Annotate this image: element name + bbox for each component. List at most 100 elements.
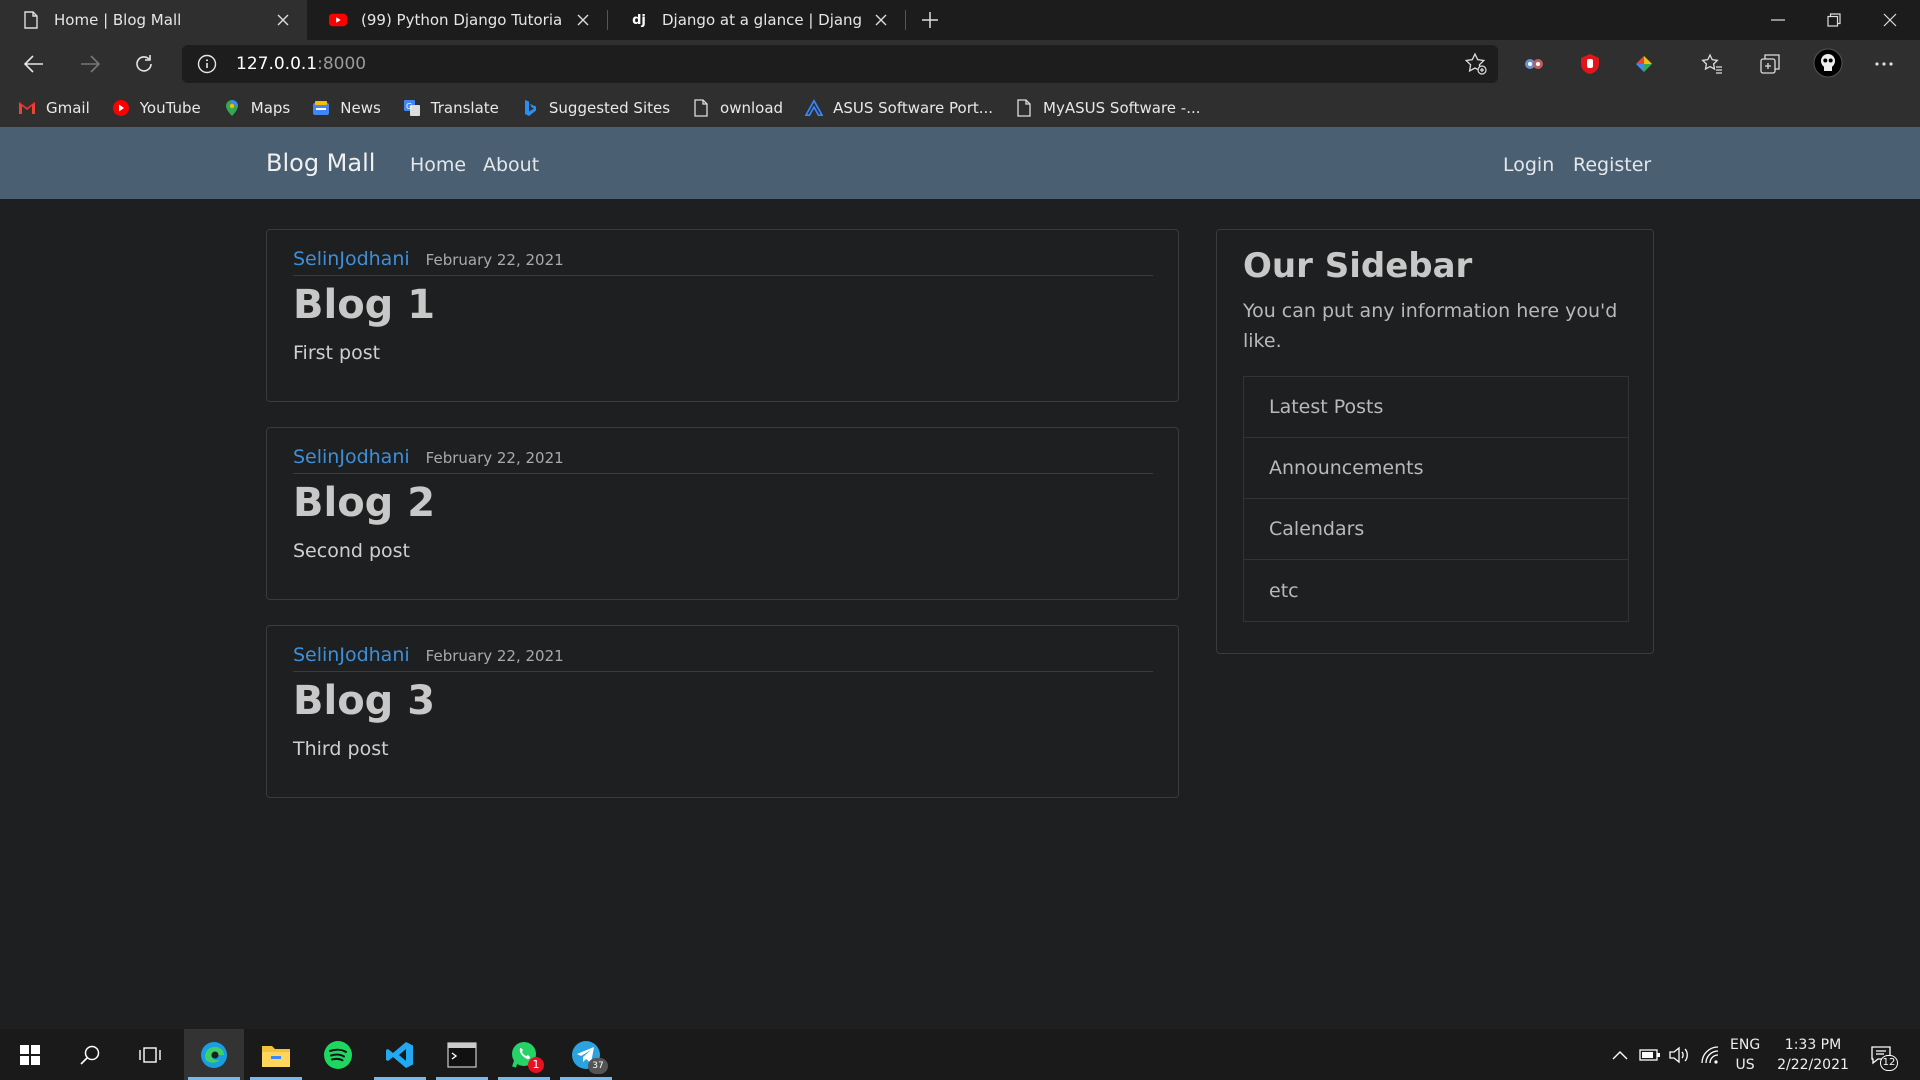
show-hidden-icons-button[interactable]	[1608, 1043, 1632, 1067]
taskbar-spotify[interactable]	[308, 1029, 368, 1080]
sidebar-item-latest-posts[interactable]: Latest Posts	[1244, 377, 1628, 438]
collections-button[interactable]	[1752, 48, 1788, 80]
refresh-icon	[136, 55, 152, 72]
sidebar-item-etc[interactable]: etc	[1244, 560, 1628, 621]
bookmark-translate[interactable]: G Translate	[403, 99, 499, 117]
windows-taskbar: 1 37 ENG US 1:33 PM 2/22/2021 12	[0, 1029, 1920, 1080]
browser-tab-strip: Home | Blog Mall (99) Python Django Tuto…	[0, 0, 1920, 40]
post-card: SelinJodhani February 22, 2021 Blog 2 Se…	[266, 427, 1179, 600]
telegram-badge: 37	[588, 1058, 608, 1074]
search-button[interactable]	[60, 1029, 120, 1080]
sidebar-card: Our Sidebar You can put any information …	[1216, 229, 1654, 654]
add-favorite-icon[interactable]	[1464, 52, 1488, 76]
bookmark-news[interactable]: News	[312, 99, 381, 117]
tab-django-at-a-glance[interactable]: dj Django at a glance | Django doc	[608, 0, 905, 40]
sidebar-list: Latest Posts Announcements Calendars etc	[1243, 376, 1629, 622]
forward-button[interactable]	[72, 48, 108, 80]
nav-register-link[interactable]: Register	[1573, 154, 1651, 176]
favorites-icon	[1701, 53, 1722, 74]
page-icon	[22, 11, 40, 29]
whatsapp-badge: 1	[528, 1057, 544, 1073]
bookmark-ownload[interactable]: ownload	[692, 99, 783, 117]
windows-icon	[20, 1044, 40, 1065]
page-icon	[1015, 98, 1033, 117]
search-icon	[80, 1045, 100, 1065]
close-icon[interactable]	[871, 10, 891, 30]
edge-icon	[201, 1041, 227, 1068]
taskbar-edge[interactable]	[184, 1029, 244, 1080]
bing-icon	[521, 99, 539, 117]
folder-icon	[262, 1045, 290, 1067]
profile-button[interactable]	[1810, 47, 1846, 79]
bookmark-suggested-sites[interactable]: Suggested Sites	[521, 99, 670, 117]
page-icon	[692, 98, 710, 117]
sidebar-item-announcements[interactable]: Announcements	[1244, 438, 1628, 499]
taskbar-vscode[interactable]	[370, 1029, 430, 1080]
new-tab-button[interactable]	[916, 6, 944, 34]
taskbar-terminal[interactable]	[432, 1029, 492, 1080]
post-author-link[interactable]: SelinJodhani	[293, 446, 410, 468]
post-title-link[interactable]: Blog 2	[293, 480, 435, 526]
info-icon[interactable]	[196, 53, 218, 75]
site-navbar: Blog Mall Home About Login Register	[0, 127, 1920, 199]
post-date: February 22, 2021	[425, 449, 564, 467]
bookmark-myasus-software[interactable]: MyASUS Software -...	[1015, 98, 1201, 117]
bookmark-maps[interactable]: Maps	[223, 99, 290, 117]
tab-python-django-tutorial[interactable]: (99) Python Django Tutorial: Full	[307, 0, 607, 40]
maps-icon	[223, 99, 241, 117]
task-view-button[interactable]	[120, 1029, 180, 1080]
restore-button[interactable]	[1806, 0, 1862, 40]
tab-home-blog-mall[interactable]: Home | Blog Mall	[0, 0, 307, 40]
extension-icon[interactable]	[1520, 50, 1548, 78]
sidebar-item-calendars[interactable]: Calendars	[1244, 499, 1628, 560]
nav-about-link[interactable]: About	[483, 154, 539, 176]
plus-icon	[922, 12, 938, 28]
notifications-button[interactable]: 12	[1866, 1043, 1898, 1071]
post-author-link[interactable]: SelinJodhani	[293, 248, 410, 270]
settings-menu-button[interactable]	[1866, 48, 1902, 80]
chevron-up-icon	[1612, 1051, 1628, 1060]
svg-text:G: G	[406, 102, 412, 111]
close-icon[interactable]	[573, 10, 593, 30]
post-meta: SelinJodhani February 22, 2021	[293, 446, 1153, 474]
taskbar-file-explorer[interactable]	[246, 1029, 306, 1080]
nav-login-link[interactable]: Login	[1503, 154, 1554, 176]
google-extension-icon[interactable]	[1630, 50, 1658, 78]
address-bar[interactable]: 127.0.0.1:8000	[182, 45, 1498, 83]
avatar	[1813, 48, 1843, 78]
start-button[interactable]	[0, 1029, 60, 1080]
adblock-icon[interactable]	[1576, 50, 1604, 78]
minimize-icon	[1771, 19, 1785, 21]
back-button[interactable]	[16, 48, 52, 80]
bookmark-asus-software-portal[interactable]: ASUS Software Port...	[805, 99, 993, 117]
favorites-button[interactable]	[1694, 48, 1730, 80]
post-body: First post	[293, 342, 381, 364]
gmail-icon	[18, 99, 36, 117]
taskbar-telegram[interactable]: 37	[556, 1029, 616, 1080]
post-author-link[interactable]: SelinJodhani	[293, 644, 410, 666]
wifi-icon[interactable]	[1698, 1043, 1722, 1067]
close-icon	[1883, 13, 1897, 27]
clock[interactable]: 1:33 PM 2/22/2021	[1770, 1035, 1856, 1075]
post-body: Second post	[293, 540, 410, 562]
post-title-link[interactable]: Blog 1	[293, 282, 435, 328]
minimize-button[interactable]	[1750, 0, 1806, 40]
bookmark-gmail[interactable]: Gmail	[18, 99, 90, 117]
language-indicator[interactable]: ENG US	[1730, 1035, 1760, 1075]
close-icon[interactable]	[273, 10, 293, 30]
youtube-icon	[329, 11, 347, 29]
site-brand[interactable]: Blog Mall	[266, 149, 375, 177]
collections-icon	[1760, 54, 1780, 74]
task-view-icon	[139, 1046, 161, 1063]
battery-icon[interactable]	[1638, 1043, 1662, 1067]
close-window-button[interactable]	[1862, 0, 1918, 40]
tab-title: Home | Blog Mall	[54, 11, 182, 29]
post-title-link[interactable]: Blog 3	[293, 678, 435, 724]
refresh-button[interactable]	[126, 48, 162, 80]
volume-icon[interactable]	[1668, 1043, 1692, 1067]
bookmark-youtube[interactable]: YouTube	[112, 99, 201, 117]
nav-home-link[interactable]: Home	[410, 154, 466, 176]
news-icon	[312, 99, 330, 117]
tab-title: (99) Python Django Tutorial: Full	[361, 11, 563, 29]
taskbar-whatsapp[interactable]: 1	[494, 1029, 554, 1080]
